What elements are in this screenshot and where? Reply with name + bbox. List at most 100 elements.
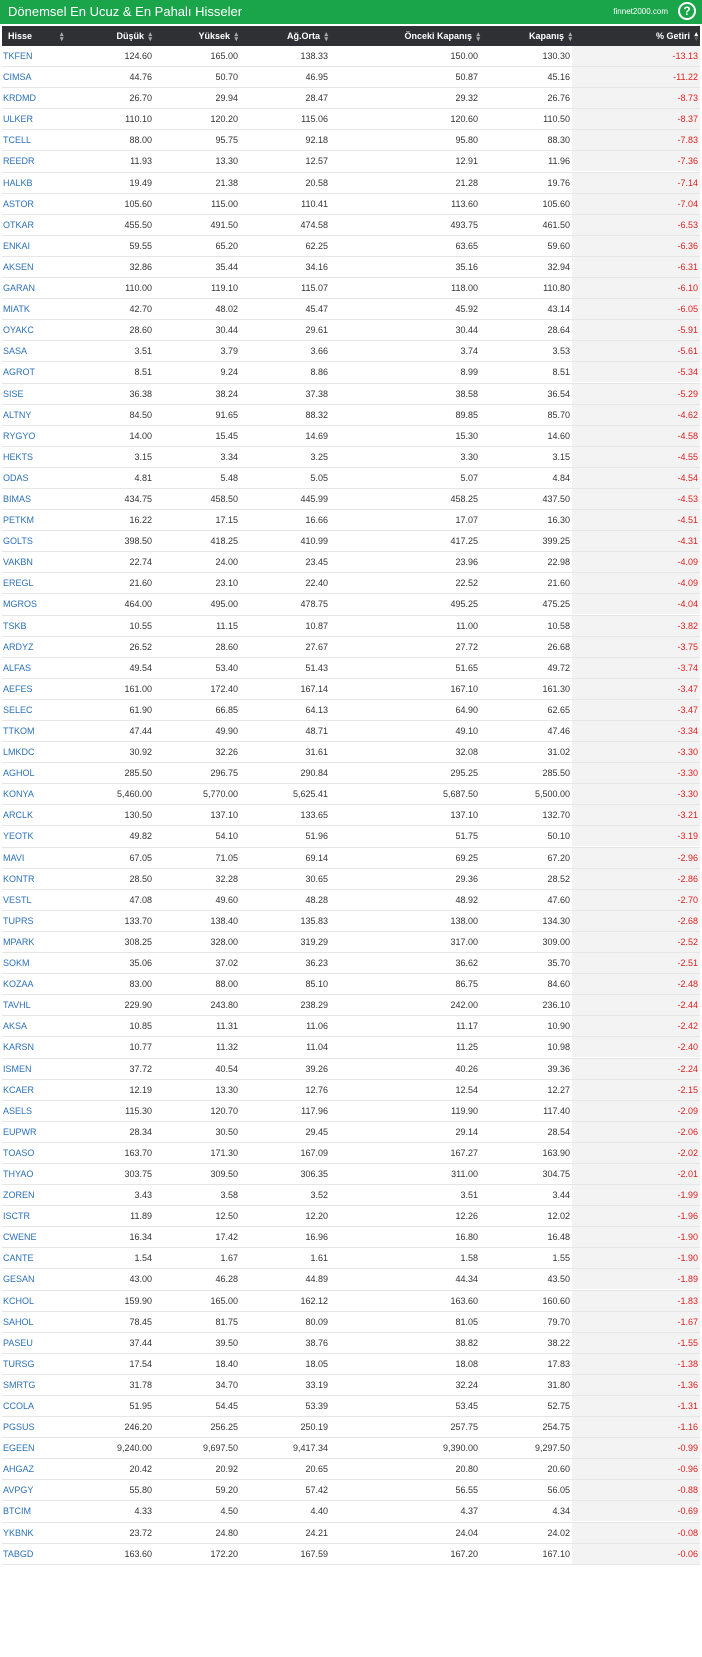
sort-icon[interactable] <box>474 32 480 42</box>
cell-symbol[interactable]: YEOTK <box>3 826 113 846</box>
sort-icon[interactable] <box>692 32 698 42</box>
cell-avg: 167.59 <box>300 1548 328 1559</box>
help-icon[interactable]: ? <box>678 2 696 20</box>
column-header-low[interactable]: Düşük <box>102 26 152 46</box>
cell-symbol[interactable]: TCELL <box>3 130 113 150</box>
cell-symbol[interactable]: SISE <box>3 384 113 404</box>
cell-symbol[interactable]: CCOLA <box>3 1396 113 1416</box>
cell-symbol[interactable]: TSKB <box>3 616 113 636</box>
cell-symbol[interactable]: VESTL <box>3 890 113 910</box>
cell-symbol[interactable]: AKSEN <box>3 257 113 277</box>
cell-symbol[interactable]: SELEC <box>3 700 113 720</box>
cell-symbol[interactable]: SMRTG <box>3 1375 113 1395</box>
cell-symbol[interactable]: REEDR <box>3 151 113 171</box>
cell-symbol[interactable]: KRDMD <box>3 88 113 108</box>
cell-symbol[interactable]: GESAN <box>3 1269 113 1289</box>
cell-symbol[interactable]: MIATK <box>3 299 113 319</box>
cell-symbol[interactable]: KARSN <box>3 1037 113 1057</box>
cell-symbol[interactable]: TTKOM <box>3 721 113 741</box>
cell-symbol[interactable]: SOKM <box>3 953 113 973</box>
cell-symbol[interactable]: GOLTS <box>3 531 113 551</box>
cell-symbol[interactable]: PETKM <box>3 510 113 530</box>
cell-symbol[interactable]: GARAN <box>3 278 113 298</box>
cell-symbol[interactable]: KCHOL <box>3 1291 113 1311</box>
cell-symbol[interactable]: ISCTR <box>3 1206 113 1226</box>
cell-symbol[interactable]: ZOREN <box>3 1185 113 1205</box>
cell-symbol[interactable]: VAKBN <box>3 552 113 572</box>
cell-symbol[interactable]: AGHOL <box>3 763 113 783</box>
cell-low: 31.78 <box>129 1379 152 1390</box>
cell-symbol[interactable]: OTKAR <box>3 215 113 235</box>
sort-icon[interactable] <box>232 32 238 42</box>
cell-symbol[interactable]: KCAER <box>3 1080 113 1100</box>
column-header-avg[interactable]: Ağ.Orta <box>262 26 328 46</box>
cell-symbol[interactable]: BTCIM <box>3 1501 113 1521</box>
cell-close: 236.10 <box>542 1000 570 1011</box>
cell-symbol[interactable]: SASA <box>3 341 113 361</box>
cell-avg: 12.57 <box>305 156 328 167</box>
cell-symbol[interactable]: TKFEN <box>3 46 113 66</box>
cell-symbol[interactable]: MGROS <box>3 594 113 614</box>
cell-symbol[interactable]: OYAKC <box>3 320 113 340</box>
cell-symbol[interactable]: KONTR <box>3 869 113 889</box>
column-header-close[interactable]: Kapanış <box>492 26 572 46</box>
column-header-return[interactable]: % Getiri <box>588 26 698 46</box>
cell-symbol[interactable]: CANTE <box>3 1248 113 1268</box>
cell-symbol[interactable]: EUPWR <box>3 1122 113 1142</box>
cell-symbol[interactable]: CIMSA <box>3 67 113 87</box>
brand-link[interactable]: finnet2000.com <box>613 7 668 16</box>
cell-symbol[interactable]: MAVI <box>3 848 113 868</box>
cell-symbol[interactable]: AGROT <box>3 362 113 382</box>
cell-symbol[interactable]: ARCLK <box>3 805 113 825</box>
cell-symbol[interactable]: AVPGY <box>3 1480 113 1500</box>
cell-close: 62.65 <box>547 704 570 715</box>
cell-close: 50.10 <box>547 831 570 842</box>
cell-symbol[interactable]: AKSA <box>3 1016 113 1036</box>
column-header-symbol[interactable]: Hisse <box>8 26 78 46</box>
cell-symbol[interactable]: LMKDC <box>3 742 113 762</box>
cell-symbol[interactable]: THYAO <box>3 1164 113 1184</box>
sort-icon[interactable] <box>322 32 328 42</box>
cell-symbol[interactable]: TABGD <box>3 1544 113 1564</box>
table-row: ASELS 115.30 120.70 117.96 119.90 117.40 -2.09 <box>2 1100 700 1122</box>
cell-return: -3.75 <box>572 636 700 657</box>
cell-symbol[interactable]: PGSUS <box>3 1417 113 1437</box>
cell-symbol[interactable]: ARDYZ <box>3 637 113 657</box>
cell-symbol[interactable]: HALKB <box>3 173 113 193</box>
cell-symbol[interactable]: ASTOR <box>3 194 113 214</box>
cell-symbol[interactable]: TURSG <box>3 1354 113 1374</box>
column-header-prev-close[interactable]: Önceki Kapanış <box>392 26 480 46</box>
cell-return: -1.90 <box>572 1248 700 1269</box>
sort-icon[interactable] <box>146 32 152 42</box>
cell-close: 3.44 <box>552 1190 570 1201</box>
cell-symbol[interactable]: EREGL <box>3 573 113 593</box>
cell-symbol[interactable]: TAVHL <box>3 995 113 1015</box>
sort-icon[interactable] <box>60 32 66 42</box>
cell-symbol[interactable]: SAHOL <box>3 1312 113 1332</box>
cell-symbol[interactable]: KONYA <box>3 784 113 804</box>
cell-symbol[interactable]: ENKAI <box>3 236 113 256</box>
cell-symbol[interactable]: ALFAS <box>3 658 113 678</box>
cell-symbol[interactable]: KOZAA <box>3 974 113 994</box>
cell-symbol[interactable]: TOASO <box>3 1143 113 1163</box>
cell-symbol[interactable]: BIMAS <box>3 489 113 509</box>
cell-symbol[interactable]: AHGAZ <box>3 1459 113 1479</box>
cell-symbol[interactable]: TUPRS <box>3 911 113 931</box>
cell-high: 54.10 <box>215 831 238 842</box>
cell-symbol[interactable]: ISMEN <box>3 1059 113 1079</box>
cell-symbol[interactable]: ODAS <box>3 468 113 488</box>
cell-symbol[interactable]: ASELS <box>3 1101 113 1121</box>
cell-symbol[interactable]: PASEU <box>3 1333 113 1353</box>
cell-symbol[interactable]: AEFES <box>3 679 113 699</box>
cell-symbol[interactable]: HEKTS <box>3 447 113 467</box>
cell-symbol[interactable]: YKBNK <box>3 1523 113 1543</box>
cell-symbol[interactable]: MPARK <box>3 932 113 952</box>
cell-symbol[interactable]: CWENE <box>3 1227 113 1247</box>
cell-symbol[interactable]: RYGYO <box>3 426 113 446</box>
cell-symbol[interactable]: ALTNY <box>3 405 113 425</box>
column-header-high[interactable]: Yüksek <box>180 26 238 46</box>
cell-symbol[interactable]: ULKER <box>3 109 113 129</box>
cell-symbol[interactable]: EGEEN <box>3 1438 113 1458</box>
sort-icon[interactable] <box>566 32 572 42</box>
cell-low: 36.38 <box>129 388 152 399</box>
